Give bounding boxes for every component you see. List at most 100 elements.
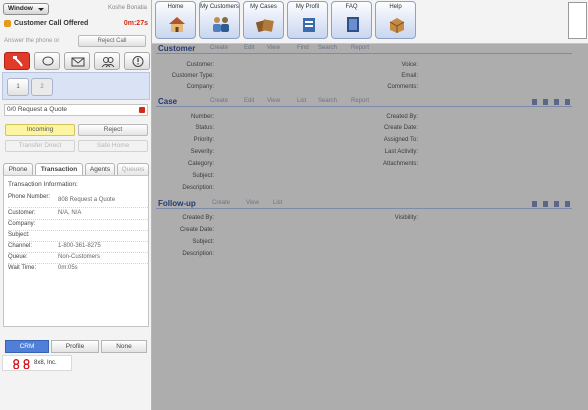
case-created-by-label: Created By: bbox=[386, 114, 418, 120]
chevron-down-icon bbox=[38, 8, 44, 11]
nav-faq-label: FAQ bbox=[345, 4, 358, 10]
line-tab-1[interactable]: 1 bbox=[7, 78, 29, 96]
agent-console-panel: Window Koshe Bonatia Customer Call Offer… bbox=[0, 0, 152, 410]
email-tool-icon[interactable] bbox=[64, 52, 90, 70]
conference-button[interactable]: Safe Home bbox=[78, 140, 148, 152]
followup-subject-label: Subject: bbox=[192, 239, 214, 245]
help-box-icon bbox=[389, 18, 405, 33]
channel-toolbar bbox=[4, 52, 150, 72]
followup-create-date-label: Create Date: bbox=[179, 227, 214, 233]
case-section-header: Case Create Edit View List Search Report bbox=[156, 97, 572, 107]
row-divider bbox=[8, 207, 148, 208]
case-create-date-label: Create Date: bbox=[383, 125, 418, 131]
line-tabs: 1 2 bbox=[2, 72, 150, 100]
case-report-link[interactable]: Report bbox=[351, 98, 369, 104]
info-row: Wait Time: 0m:05s bbox=[8, 265, 148, 277]
customer-report-link[interactable]: Report bbox=[351, 45, 369, 51]
phone-tool-icon[interactable] bbox=[4, 52, 30, 70]
followup-visibility-label: Visibility: bbox=[394, 215, 418, 221]
call-subject-field[interactable]: 0/0 Request a Quote bbox=[4, 104, 148, 116]
info-row-value: 1-800-361-8275 bbox=[58, 243, 101, 249]
next-page-icon[interactable] bbox=[554, 99, 559, 105]
customer-find-link[interactable]: Find bbox=[297, 45, 309, 51]
nav-my-cases-button[interactable]: My Cases bbox=[243, 1, 284, 39]
last-page-icon[interactable] bbox=[565, 201, 570, 207]
case-status-label: Status: bbox=[195, 125, 214, 131]
customer-section-header: Customer Create Edit View Find Search Re… bbox=[156, 44, 572, 54]
customer-search-link[interactable]: Search bbox=[318, 45, 337, 51]
tab-agents[interactable]: Agents bbox=[85, 163, 115, 175]
followup-section-title: Follow-up bbox=[158, 199, 196, 208]
line-tab-2[interactable]: 2 bbox=[31, 78, 53, 96]
case-view-link[interactable]: View bbox=[267, 98, 280, 104]
tab-transaction[interactable]: Transaction bbox=[35, 163, 83, 175]
last-page-icon[interactable] bbox=[565, 99, 570, 105]
nav-my-cases-label: My Cases bbox=[250, 4, 277, 10]
case-list-link[interactable]: List bbox=[297, 98, 306, 104]
logo-mark-icon bbox=[13, 359, 30, 369]
next-page-icon[interactable] bbox=[554, 201, 559, 207]
nav-my-profile-button[interactable]: My Profil bbox=[287, 1, 328, 39]
followup-create-link[interactable]: Create bbox=[212, 200, 230, 206]
customer-edit-link[interactable]: Edit bbox=[244, 45, 254, 51]
case-edit-link[interactable]: Edit bbox=[244, 98, 254, 104]
info-row-key: Company: bbox=[8, 221, 36, 227]
case-search-link[interactable]: Search bbox=[318, 98, 337, 104]
window-menu-button[interactable]: Window bbox=[3, 3, 49, 15]
lock-icon bbox=[139, 107, 145, 113]
prev-page-icon[interactable] bbox=[543, 201, 548, 207]
nav-help-label: Help bbox=[389, 4, 402, 10]
detail-tabs: Phone Transaction Agents Queues bbox=[3, 163, 149, 175]
transfer-button[interactable]: Transfer Direct bbox=[5, 140, 75, 152]
crm-top-toolbar: Home My Customers My Cases My Profil FAQ… bbox=[152, 0, 588, 44]
followup-view-link[interactable]: View bbox=[246, 200, 259, 206]
nav-home-button[interactable]: Home bbox=[155, 1, 196, 39]
toolbar-spacer bbox=[568, 2, 587, 39]
case-priority-label: Priority: bbox=[193, 137, 214, 143]
followup-section-header: Follow-up Create View List bbox=[156, 199, 572, 209]
info-row-key: Customer: bbox=[8, 210, 36, 216]
prev-page-icon[interactable] bbox=[543, 99, 548, 105]
info-row-key: Subject: bbox=[8, 232, 30, 238]
email-label: Email: bbox=[401, 73, 418, 79]
case-pager bbox=[532, 99, 570, 105]
tab-profile[interactable]: Profile bbox=[51, 340, 99, 353]
chat-tool-icon[interactable] bbox=[34, 52, 60, 70]
nav-faq-button[interactable]: FAQ bbox=[331, 1, 372, 39]
agent-name: Koshe Bonatia bbox=[107, 5, 147, 11]
nav-my-profile-label: My Profil bbox=[295, 4, 320, 10]
info-row: Phone Number: 808 Request a Quote bbox=[8, 194, 148, 208]
info-row-value: Non-Customers bbox=[58, 254, 101, 260]
case-category-label: Category: bbox=[187, 161, 214, 167]
call-status-row: Customer Call Offered 0m:27s bbox=[4, 19, 148, 30]
first-page-icon[interactable] bbox=[532, 99, 537, 105]
row-divider bbox=[8, 230, 148, 231]
tab-crm[interactable]: CRM bbox=[5, 340, 49, 353]
nav-my-customers-button[interactable]: My Customers bbox=[199, 1, 240, 39]
people-icon bbox=[213, 17, 229, 32]
info-row-key: Phone Number: bbox=[8, 194, 51, 200]
info-tool-icon[interactable] bbox=[124, 52, 150, 70]
crm-main-area: Customer Create Edit View Find Search Re… bbox=[152, 44, 588, 410]
info-row-value: N/A, N/A bbox=[58, 210, 82, 216]
accept-button[interactable]: Incoming bbox=[5, 124, 75, 136]
reject-button[interactable]: Reject bbox=[78, 124, 148, 136]
company-label: Company: bbox=[186, 84, 214, 90]
tab-phone[interactable]: Phone bbox=[3, 163, 33, 175]
profile-icon bbox=[303, 18, 315, 32]
call-timer: 0m:27s bbox=[123, 20, 148, 27]
case-create-link[interactable]: Create bbox=[210, 98, 228, 104]
customer-view-link[interactable]: View bbox=[267, 45, 280, 51]
first-page-icon[interactable] bbox=[532, 201, 537, 207]
row-divider bbox=[8, 252, 148, 253]
customer-create-link[interactable]: Create bbox=[210, 45, 228, 51]
case-number-label: Number: bbox=[190, 114, 214, 120]
nav-help-button[interactable]: Help bbox=[375, 1, 416, 39]
followup-list-link[interactable]: List bbox=[273, 200, 282, 206]
brand-name: 8x8, Inc. bbox=[34, 360, 57, 366]
group-tool-icon[interactable] bbox=[94, 52, 120, 70]
call-status-text: Customer Call Offered bbox=[14, 20, 89, 27]
tab-queues[interactable]: Queues bbox=[117, 163, 149, 175]
reject-call-button[interactable]: Reject Call bbox=[78, 35, 146, 47]
tab-none[interactable]: None bbox=[101, 340, 147, 353]
